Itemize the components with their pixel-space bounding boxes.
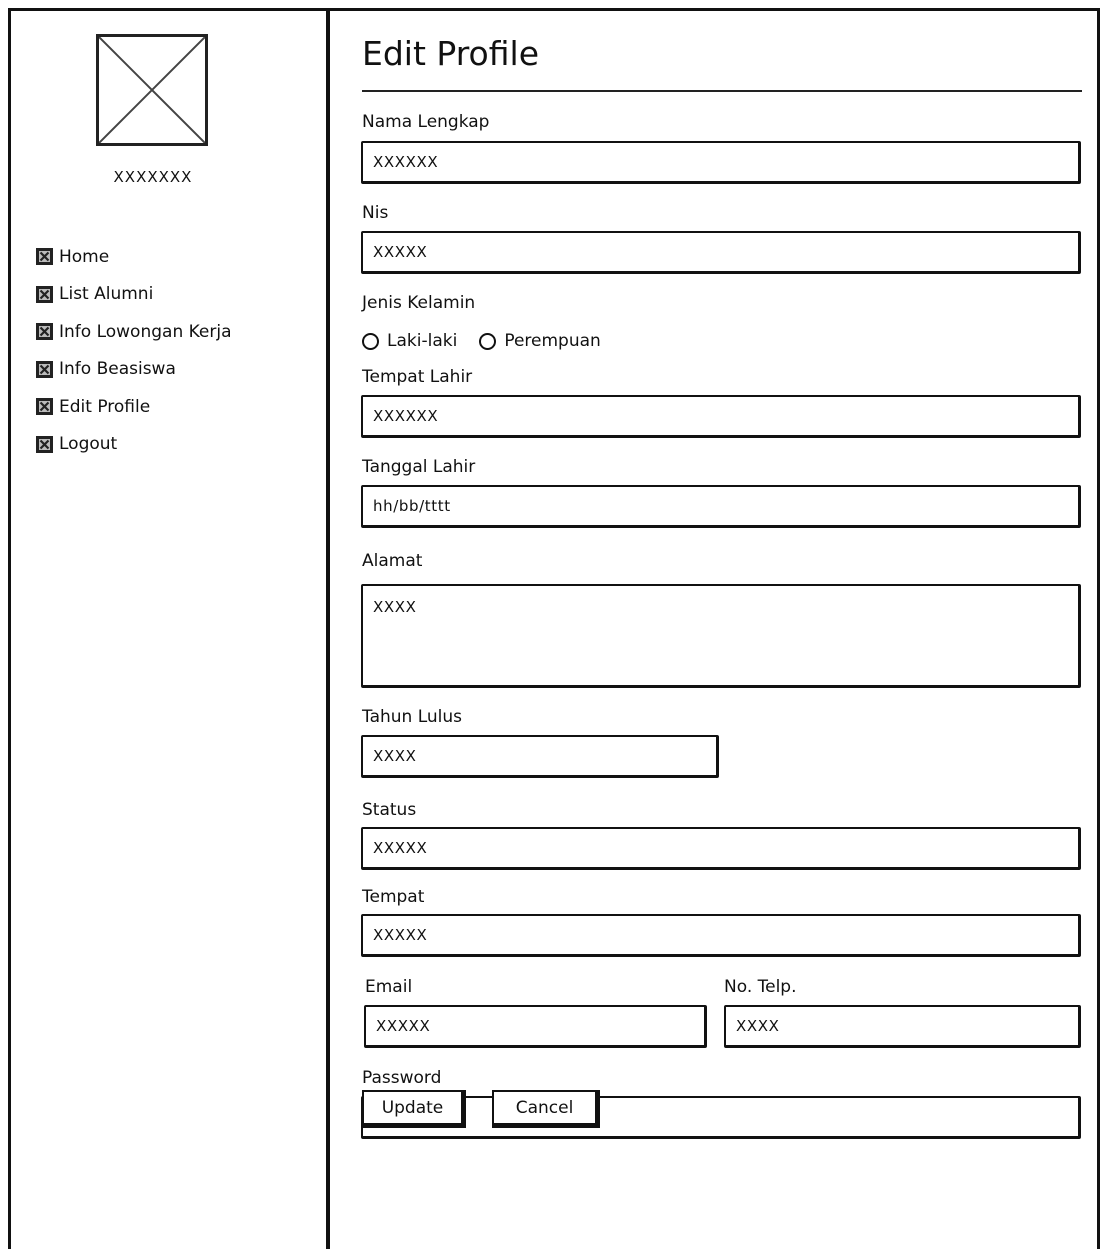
tahun-lulus-label: Tahun Lulus	[362, 707, 463, 727]
tempat-lahir-input[interactable]: XXXXXX	[361, 395, 1081, 438]
alamat-label: Alamat	[362, 551, 423, 571]
no-telp-label: No. Telp.	[724, 977, 797, 997]
password-label: Password	[362, 1068, 442, 1088]
title-divider	[362, 90, 1082, 92]
x-box-icon	[36, 248, 53, 266]
update-button[interactable]: Update	[362, 1090, 466, 1128]
sidebar-item-logout[interactable]: Logout	[36, 426, 232, 464]
status-input[interactable]: XXXXX	[361, 827, 1081, 870]
sidebar-item-home[interactable]: Home	[36, 238, 232, 276]
x-box-icon	[36, 360, 53, 378]
radio-label: Laki-laki	[387, 331, 458, 351]
sidebar-item-label: Logout	[59, 434, 118, 455]
x-box-icon	[36, 323, 53, 341]
nis-label: Nis	[362, 203, 389, 223]
no-telp-input[interactable]: XXXX	[724, 1005, 1081, 1048]
nama-lengkap-input[interactable]: XXXXXX	[361, 141, 1081, 184]
tanggal-lahir-input[interactable]: hh/bb/tttt	[361, 485, 1081, 528]
page-title: Edit Profile	[362, 34, 540, 73]
tempat-label: Tempat	[362, 887, 425, 907]
sidebar-divider	[326, 8, 330, 1249]
nis-input[interactable]: XXXXX	[361, 231, 1081, 274]
tanggal-lahir-label: Tanggal Lahir	[362, 457, 476, 477]
tahun-lulus-input[interactable]: XXXX	[361, 735, 719, 778]
alamat-textarea[interactable]: XXXX	[361, 584, 1081, 688]
sidebar-item-edit-profile[interactable]: Edit Profile	[36, 388, 232, 426]
password-input[interactable]: XXXXX	[361, 1096, 1081, 1139]
tempat-lahir-label: Tempat Lahir	[362, 367, 473, 387]
email-input[interactable]: XXXXX	[364, 1005, 707, 1048]
radio-label: Perempuan	[504, 331, 601, 351]
avatar-image-placeholder	[96, 34, 208, 146]
sidebar-item-info-lowongan-kerja[interactable]: Info Lowongan Kerja	[36, 313, 232, 351]
jenis-kelamin-label: Jenis Kelamin	[362, 293, 476, 313]
sidebar-item-label: List Alumni	[59, 284, 154, 305]
cancel-button[interactable]: Cancel	[492, 1090, 600, 1128]
sidebar-item-label: Edit Profile	[59, 396, 151, 417]
x-box-icon	[36, 435, 53, 453]
sidebar-username: XXXXXXX	[113, 168, 193, 186]
sidebar-item-label: Info Beasiswa	[59, 359, 176, 380]
sidebar-item-list-alumni[interactable]: List Alumni	[36, 276, 232, 314]
x-box-icon	[36, 285, 53, 303]
sidebar-item-info-beasiswa[interactable]: Info Beasiswa	[36, 351, 232, 389]
sidebar-item-label: Home	[59, 246, 110, 267]
radio-circle-icon	[479, 332, 497, 350]
nama-lengkap-label: Nama Lengkap	[362, 112, 490, 132]
radio-laki-laki[interactable]: Laki-laki	[362, 331, 457, 351]
tempat-input[interactable]: XXXXX	[361, 914, 1081, 957]
radio-circle-icon	[362, 332, 379, 350]
email-label: Email	[365, 977, 413, 997]
sidebar-item-label: Info Lowongan Kerja	[59, 321, 232, 342]
sidebar-nav: Home List Alumni Info Lowongan Kerja Inf…	[36, 238, 232, 463]
radio-perempuan[interactable]: Perempuan	[479, 331, 601, 351]
x-box-icon	[36, 398, 53, 416]
jenis-kelamin-radio-group: Laki-laki Perempuan	[362, 331, 623, 351]
status-label: Status	[362, 800, 417, 820]
